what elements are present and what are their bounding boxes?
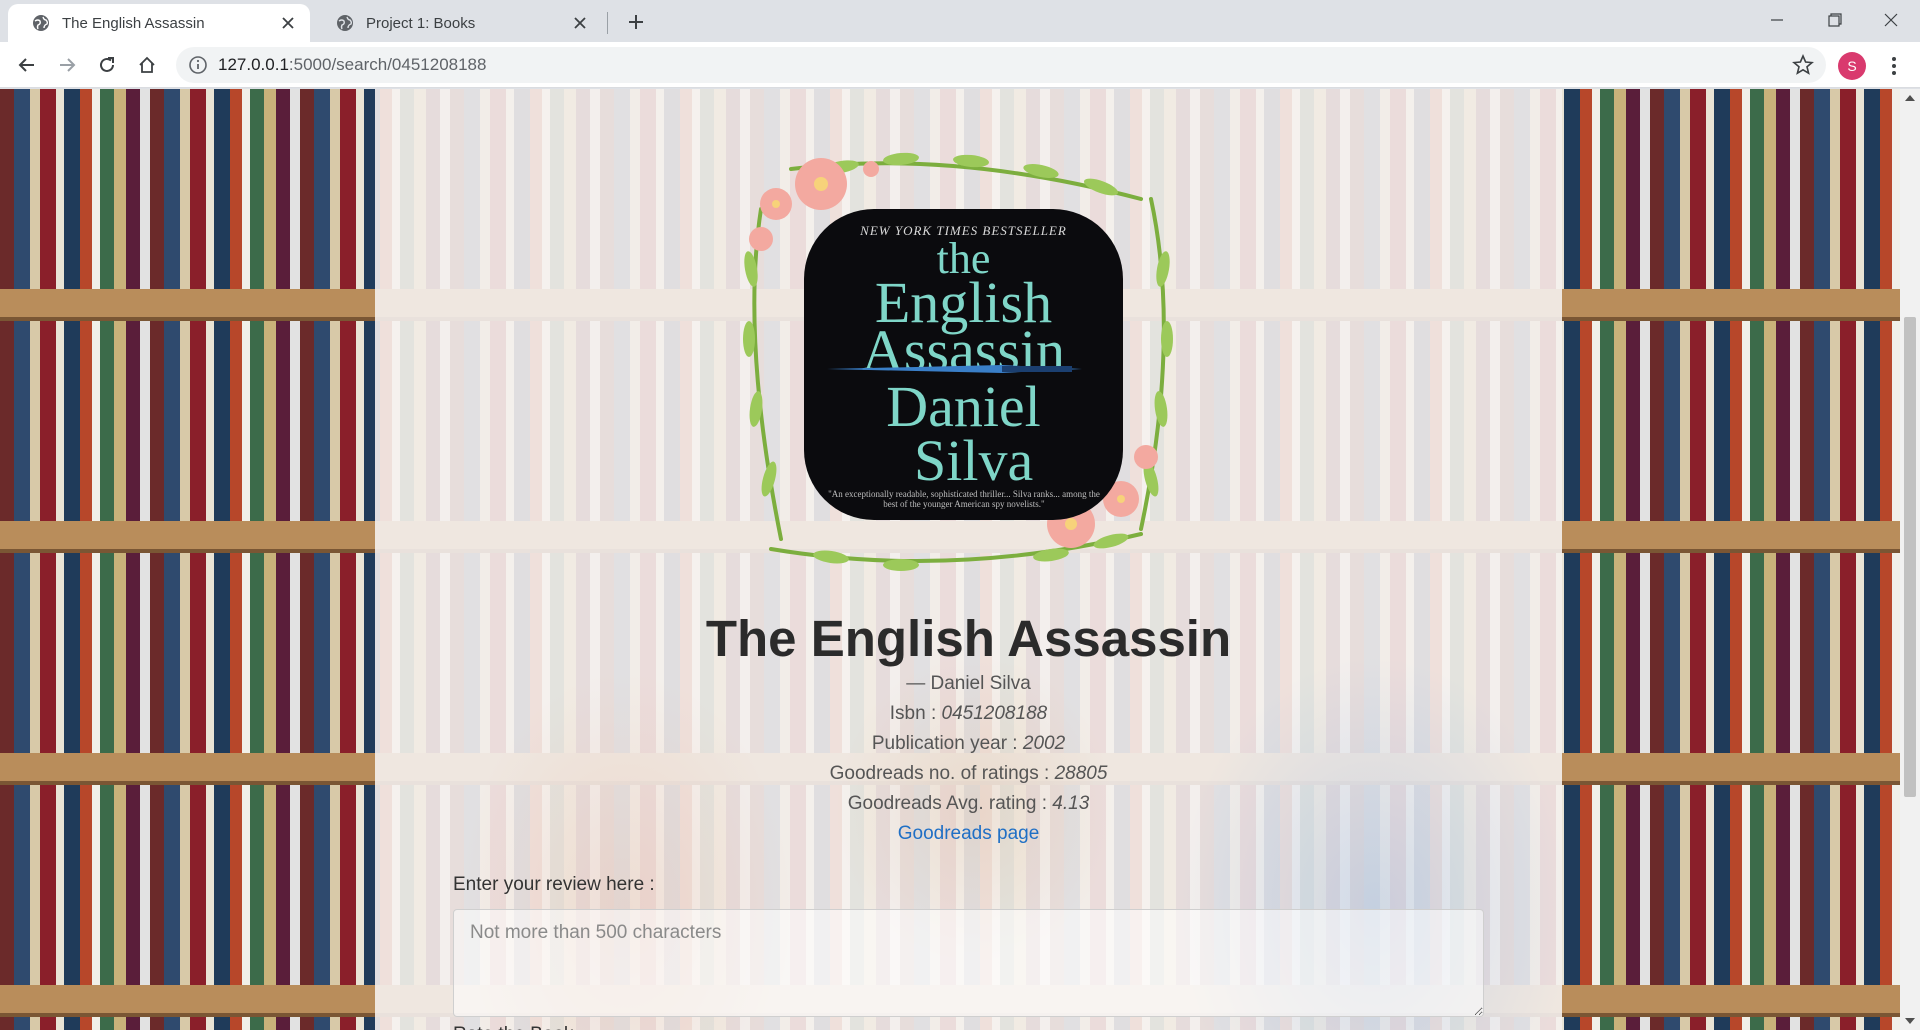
book-panel: NEW YORK TIMES BESTSELLER the English As… (375, 89, 1562, 1030)
book-avg-rating: Goodreads Avg. rating : 4.13 (375, 789, 1562, 819)
reload-icon (100, 57, 114, 72)
book-author: — Daniel Silva (906, 673, 1031, 694)
plus-icon (629, 15, 643, 29)
scroll-up-arrow-icon[interactable] (1905, 95, 1915, 101)
new-tab-button[interactable] (622, 8, 650, 36)
restore-button[interactable] (1806, 0, 1864, 40)
globe-icon (33, 15, 49, 31)
menu-button[interactable] (1880, 52, 1908, 80)
book-ratings-count: Goodreads no. of ratings : 28805 (375, 759, 1562, 789)
book-isbn: Isbn : 0451208188 (375, 699, 1562, 729)
page-viewport: NEW YORK TIMES BESTSELLER the English As… (0, 89, 1900, 1030)
tab-strip: The English Assassin Project 1: Books (0, 0, 1920, 42)
review-textarea[interactable] (453, 909, 1484, 1017)
ratings-count-value: 28805 (1054, 763, 1108, 784)
forward-button[interactable] (51, 49, 83, 81)
close-tab-icon[interactable] (570, 13, 590, 33)
book-year: Publication year : 2002 (375, 729, 1562, 759)
info-icon[interactable] (188, 55, 208, 75)
avg-rating-label: Goodreads Avg. rating : (847, 793, 1053, 814)
close-tab-icon[interactable] (278, 13, 298, 33)
rate-label: Rate the Book (453, 1021, 573, 1030)
restore-icon (1828, 13, 1842, 27)
browser-toolbar: 127.0.0.1:5000/search/0451208188 S (0, 42, 1920, 88)
url-path: :5000/search/0451208188 (288, 55, 487, 74)
kebab-menu-icon (1892, 57, 1896, 75)
year-label: Publication year : (871, 733, 1023, 754)
review-label: Enter your review here : (453, 874, 655, 895)
home-button[interactable] (131, 49, 163, 81)
reload-button[interactable] (91, 49, 123, 81)
avg-rating-value: 4.13 (1052, 793, 1090, 814)
globe-icon (337, 15, 353, 31)
arrow-left-icon (18, 58, 34, 72)
isbn-value: 0451208188 (941, 703, 1048, 724)
book-title: The English Assassin (705, 610, 1232, 667)
arrow-right-icon (60, 58, 76, 72)
address-bar[interactable]: 127.0.0.1:5000/search/0451208188 (176, 47, 1826, 83)
book-cover-image: NEW YORK TIMES BESTSELLER the English As… (804, 209, 1123, 520)
ratings-count-label: Goodreads no. of ratings : (829, 763, 1055, 784)
profile-avatar[interactable]: S (1838, 52, 1866, 80)
page-scrollbar[interactable] (1900, 89, 1920, 1030)
tab-separator (607, 12, 608, 34)
tab-the-english-assassin[interactable]: The English Assassin (8, 4, 310, 42)
bookmark-star-icon[interactable] (1792, 54, 1814, 76)
cover-author-line1: Daniel (886, 374, 1041, 439)
book-details: The English Assassin — Daniel Silva Isbn… (375, 609, 1562, 849)
year-value: 2002 (1022, 733, 1066, 754)
home-icon (139, 56, 155, 73)
isbn-label: Isbn : (889, 703, 942, 724)
minimize-button[interactable] (1748, 0, 1806, 40)
close-icon (1884, 13, 1898, 27)
cover-quote: "An exceptionally readable, sophisticate… (828, 489, 1100, 509)
minimize-icon (1771, 19, 1783, 21)
goodreads-page-link[interactable]: Goodreads page (898, 819, 1040, 849)
scrollbar-thumb[interactable] (1904, 317, 1916, 797)
back-button[interactable] (11, 49, 43, 81)
scroll-down-arrow-icon[interactable] (1905, 1018, 1915, 1024)
tab-title: The English Assassin (62, 14, 205, 32)
url-text: 127.0.0.1:5000/search/0451208188 (218, 55, 486, 75)
cover-author-line2: Silva (914, 428, 1034, 493)
url-host: 127.0.0.1 (218, 55, 289, 74)
close-window-button[interactable] (1862, 0, 1920, 40)
tab-title: Project 1: Books (366, 14, 476, 32)
tab-project-1-books[interactable]: Project 1: Books (312, 4, 602, 42)
